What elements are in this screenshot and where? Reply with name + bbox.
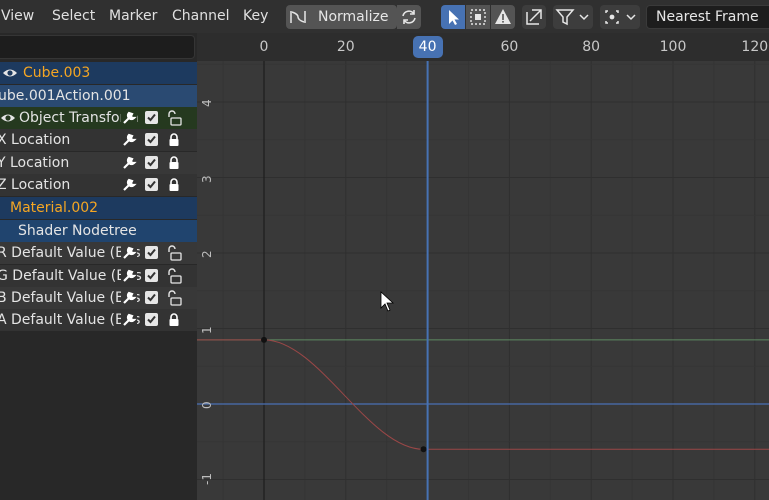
checkbox-icon[interactable] [144, 155, 160, 171]
refresh-icon [402, 10, 416, 24]
wrench-icon[interactable] [121, 290, 137, 306]
cursor-arrow-icon [449, 10, 459, 25]
menu-view[interactable]: View [1, 8, 34, 24]
value-tick-label: -1 [200, 472, 214, 485]
wrench-icon[interactable] [121, 177, 137, 193]
eye-icon[interactable] [0, 110, 16, 126]
checkbox-icon[interactable] [144, 268, 160, 284]
unlocked-icon[interactable] [166, 110, 182, 126]
locked-icon[interactable] [166, 132, 182, 148]
view-frame-icon [526, 9, 542, 25]
wrench-icon[interactable] [121, 155, 137, 171]
checkbox-icon[interactable] [144, 132, 160, 148]
channel-row-fcurve[interactable]: A Default Value (Bas [0, 309, 197, 331]
channel-search-input[interactable] [0, 35, 195, 59]
normalize-curve-icon [290, 11, 306, 23]
value-tick-label: 2 [200, 250, 214, 258]
fcurve-red [197, 339, 769, 450]
unlocked-icon[interactable] [166, 290, 182, 306]
channel-label: X Location [0, 132, 71, 148]
channel-label: Z Location [0, 177, 71, 193]
unlocked-icon[interactable] [166, 268, 182, 284]
channel-label: Y Location [0, 155, 70, 171]
wrench-icon[interactable] [121, 110, 137, 126]
pivot-point-icon [605, 10, 636, 24]
channel-label: ube.001Action.001 [0, 88, 131, 104]
only-selected-button[interactable] [441, 5, 465, 29]
frame-ruler[interactable]: 02040608010012040 [197, 33, 769, 61]
graph-editor-header: View Select Marker Channel Key Normalize [0, 0, 769, 33]
channel-label: Material.002 [10, 200, 99, 216]
channel-label: Shader Nodetree [18, 223, 137, 239]
frame-tick-label: 60 [500, 39, 519, 55]
view-frame-button[interactable] [522, 5, 546, 29]
normalize-toggle[interactable]: Normalize [286, 5, 397, 29]
channel-row-fcurve[interactable]: X Location [0, 129, 197, 151]
warning-icon [495, 9, 511, 24]
frame-tick-label: 0 [259, 39, 269, 55]
value-tick-label: 1 [200, 325, 214, 334]
checkbox-icon[interactable] [144, 312, 160, 328]
value-tick-label: 0 [200, 401, 214, 409]
box-select-icon [470, 9, 486, 25]
wrench-icon[interactable] [121, 245, 137, 261]
checkbox-icon[interactable] [144, 245, 160, 261]
show-handles-button[interactable] [466, 5, 490, 29]
eye-icon[interactable] [2, 65, 18, 81]
wrench-icon[interactable] [121, 132, 137, 148]
frame-tick-label: 120 [741, 39, 769, 55]
channel-row-fcurve[interactable]: Y Location [0, 152, 197, 174]
channel-row-fcurve[interactable]: B Default Value (Bas [0, 287, 197, 309]
channel-label: R Default Value (Bas [0, 245, 141, 261]
wrench-icon[interactable] [121, 268, 137, 284]
channel-row-group[interactable]: Object Transform [0, 107, 197, 129]
channel-row-fcurve[interactable]: R Default Value (Bas [0, 242, 197, 264]
channel-label: A Default Value (Bas [0, 312, 141, 328]
keyframe-point [261, 336, 267, 343]
only-show-errors-button[interactable] [491, 5, 515, 29]
channel-label: B Default Value (Bas [0, 290, 141, 306]
locked-icon[interactable] [166, 155, 182, 171]
menu-key[interactable]: Key [243, 8, 268, 24]
funnel-icon [555, 9, 589, 26]
normalize-refresh-button[interactable] [397, 5, 421, 29]
menu-marker[interactable]: Marker [109, 8, 157, 24]
locked-icon[interactable] [166, 177, 182, 193]
checkbox-icon[interactable] [144, 290, 160, 306]
value-tick-label: 4 [200, 99, 214, 107]
curve-plot[interactable] [197, 33, 769, 500]
channel-label: Cube.003 [23, 65, 91, 81]
frame-tick-label: 100 [659, 39, 687, 55]
snap-mode-label: Nearest Frame [656, 9, 759, 25]
channel-row-material[interactable]: Material.002 [0, 197, 197, 219]
checkbox-icon[interactable] [144, 110, 160, 126]
normalize-label: Normalize [318, 9, 389, 25]
channel-row-nodetree[interactable]: Shader Nodetree [0, 220, 197, 242]
channel-row-fcurve[interactable]: G Default Value (Bas [0, 265, 197, 287]
wrench-icon[interactable] [121, 312, 137, 328]
pivot-point-dropdown[interactable] [600, 5, 640, 29]
keyframe-point [420, 446, 427, 453]
graph-canvas[interactable] [197, 33, 769, 500]
menu-channel[interactable]: Channel [172, 8, 229, 24]
value-tick-label: 3 [200, 174, 214, 183]
locked-icon[interactable] [166, 312, 182, 328]
channel-row-object[interactable]: Cube.003 [0, 62, 197, 84]
current-frame-label: 40 [418, 39, 437, 55]
snap-mode-dropdown[interactable]: Nearest Frame [646, 5, 769, 29]
channel-row-action[interactable]: ube.001Action.001 [0, 85, 197, 107]
current-frame-indicator[interactable]: 40 [412, 36, 443, 58]
frame-tick-label: 20 [336, 39, 355, 55]
menu-select[interactable]: Select [52, 8, 95, 24]
filter-dropdown[interactable] [553, 5, 593, 29]
checkbox-icon[interactable] [144, 177, 160, 193]
channel-row-fcurve[interactable]: Z Location [0, 174, 197, 196]
frame-tick-label: 80 [582, 39, 601, 55]
channel-list: Cube.003 ube.001Action.001 Object Transf… [0, 33, 197, 500]
unlocked-icon[interactable] [166, 245, 182, 261]
